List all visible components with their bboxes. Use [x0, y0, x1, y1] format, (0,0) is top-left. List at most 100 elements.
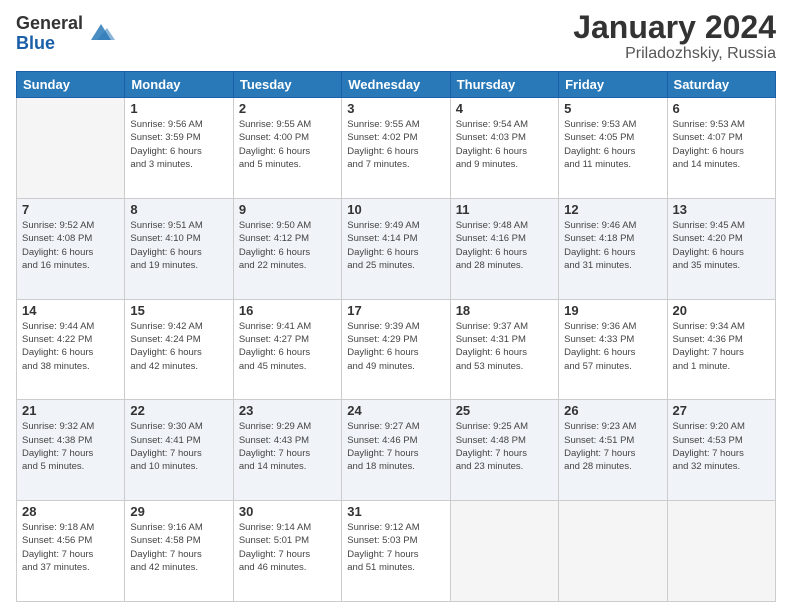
day-number: 20 [673, 303, 770, 318]
calendar-cell: 14 Sunrise: 9:44 AM Sunset: 4:22 PM Dayli… [17, 299, 125, 400]
day-info: Sunrise: 9:55 AM Sunset: 4:00 PM Dayligh… [239, 118, 336, 171]
header: General Blue January 2024 Priladozhskiy,… [16, 10, 776, 63]
day-number: 3 [347, 101, 444, 116]
calendar-cell [17, 98, 125, 199]
day-info: Sunrise: 9:45 AM Sunset: 4:20 PM Dayligh… [673, 219, 770, 272]
logo-blue: Blue [16, 34, 83, 54]
day-info: Sunrise: 9:37 AM Sunset: 4:31 PM Dayligh… [456, 320, 553, 373]
day-number: 13 [673, 202, 770, 217]
day-info: Sunrise: 9:52 AM Sunset: 4:08 PM Dayligh… [22, 219, 119, 272]
calendar-cell: 10Sunrise: 9:49 AM Sunset: 4:14 PM Dayli… [342, 198, 450, 299]
day-number: 1 [130, 101, 227, 116]
day-info: Sunrise: 9:56 AM Sunset: 3:59 PM Dayligh… [130, 118, 227, 171]
calendar-cell: 26 Sunrise: 9:23 AM Sunset: 4:51 PM Dayli… [559, 400, 667, 501]
day-info: Sunrise: 9:12 AM Sunset: 5:03 PM Dayligh… [347, 521, 444, 574]
logo: General Blue [16, 14, 115, 54]
calendar-cell: 31Sunrise: 9:12 AM Sunset: 5:03 PM Dayli… [342, 501, 450, 602]
calendar-cell [667, 501, 775, 602]
day-number: 18 [456, 303, 553, 318]
weekday-header: Monday [125, 72, 233, 98]
day-info: Sunrise: 9:14 AM Sunset: 5:01 PM Dayligh… [239, 521, 336, 574]
calendar-cell: 4Sunrise: 9:54 AM Sunset: 4:03 PM Daylig… [450, 98, 558, 199]
calendar-week-row: 1 Sunrise: 9:56 AM Sunset: 3:59 PM Daylig… [17, 98, 776, 199]
weekday-header: Friday [559, 72, 667, 98]
day-number: 6 [673, 101, 770, 116]
weekday-header: Tuesday [233, 72, 341, 98]
calendar-cell: 21Sunrise: 9:32 AM Sunset: 4:38 PM Dayli… [17, 400, 125, 501]
calendar-week-row: 21Sunrise: 9:32 AM Sunset: 4:38 PM Dayli… [17, 400, 776, 501]
day-info: Sunrise: 9:51 AM Sunset: 4:10 PM Dayligh… [130, 219, 227, 272]
day-info: Sunrise: 9:30 AM Sunset: 4:41 PM Dayligh… [130, 420, 227, 473]
weekday-header: Wednesday [342, 72, 450, 98]
day-number: 27 [673, 403, 770, 418]
day-number: 25 [456, 403, 553, 418]
calendar-cell: 7 Sunrise: 9:52 AM Sunset: 4:08 PM Daylig… [17, 198, 125, 299]
calendar-cell: 17Sunrise: 9:39 AM Sunset: 4:29 PM Dayli… [342, 299, 450, 400]
calendar-cell: 16 Sunrise: 9:41 AM Sunset: 4:27 PM Dayli… [233, 299, 341, 400]
day-info: Sunrise: 9:36 AM Sunset: 4:33 PM Dayligh… [564, 320, 661, 373]
day-number: 30 [239, 504, 336, 519]
day-info: Sunrise: 9:44 AM Sunset: 4:22 PM Dayligh… [22, 320, 119, 373]
logo-general: General [16, 14, 83, 34]
day-info: Sunrise: 9:42 AM Sunset: 4:24 PM Dayligh… [130, 320, 227, 373]
calendar-title: January 2024 [573, 10, 776, 45]
day-number: 5 [564, 101, 661, 116]
calendar-cell: 20 Sunrise: 9:34 AM Sunset: 4:36 PM Dayli… [667, 299, 775, 400]
day-info: Sunrise: 9:18 AM Sunset: 4:56 PM Dayligh… [22, 521, 119, 574]
day-number: 16 [239, 303, 336, 318]
day-info: Sunrise: 9:49 AM Sunset: 4:14 PM Dayligh… [347, 219, 444, 272]
day-info: Sunrise: 9:16 AM Sunset: 4:58 PM Dayligh… [130, 521, 227, 574]
day-number: 26 [564, 403, 661, 418]
calendar-week-row: 7 Sunrise: 9:52 AM Sunset: 4:08 PM Daylig… [17, 198, 776, 299]
calendar-cell: 1 Sunrise: 9:56 AM Sunset: 3:59 PM Daylig… [125, 98, 233, 199]
calendar-cell: 28Sunrise: 9:18 AM Sunset: 4:56 PM Dayli… [17, 501, 125, 602]
calendar-cell: 13 Sunrise: 9:45 AM Sunset: 4:20 PM Dayli… [667, 198, 775, 299]
page: General Blue January 2024 Priladozhskiy,… [0, 0, 792, 612]
calendar-cell: 9 Sunrise: 9:50 AM Sunset: 4:12 PM Daylig… [233, 198, 341, 299]
day-info: Sunrise: 9:34 AM Sunset: 4:36 PM Dayligh… [673, 320, 770, 373]
weekday-header: Thursday [450, 72, 558, 98]
calendar-cell: 23Sunrise: 9:29 AM Sunset: 4:43 PM Dayli… [233, 400, 341, 501]
calendar-cell: 29 Sunrise: 9:16 AM Sunset: 4:58 PM Dayli… [125, 501, 233, 602]
logo-icon [87, 18, 115, 46]
day-info: Sunrise: 9:39 AM Sunset: 4:29 PM Dayligh… [347, 320, 444, 373]
weekday-header: Sunday [17, 72, 125, 98]
day-info: Sunrise: 9:53 AM Sunset: 4:05 PM Dayligh… [564, 118, 661, 171]
day-info: Sunrise: 9:54 AM Sunset: 4:03 PM Dayligh… [456, 118, 553, 171]
calendar-week-row: 28Sunrise: 9:18 AM Sunset: 4:56 PM Dayli… [17, 501, 776, 602]
day-number: 9 [239, 202, 336, 217]
calendar-cell [450, 501, 558, 602]
calendar-subtitle: Priladozhskiy, Russia [573, 45, 776, 63]
day-number: 21 [22, 403, 119, 418]
calendar-week-row: 14 Sunrise: 9:44 AM Sunset: 4:22 PM Dayli… [17, 299, 776, 400]
day-number: 19 [564, 303, 661, 318]
day-number: 23 [239, 403, 336, 418]
calendar-cell: 6Sunrise: 9:53 AM Sunset: 4:07 PM Daylig… [667, 98, 775, 199]
weekday-header-row: SundayMondayTuesdayWednesdayThursdayFrid… [17, 72, 776, 98]
day-number: 7 [22, 202, 119, 217]
title-block: January 2024 Priladozhskiy, Russia [573, 10, 776, 63]
day-info: Sunrise: 9:25 AM Sunset: 4:48 PM Dayligh… [456, 420, 553, 473]
calendar-cell: 18 Sunrise: 9:37 AM Sunset: 4:31 PM Dayli… [450, 299, 558, 400]
day-info: Sunrise: 9:50 AM Sunset: 4:12 PM Dayligh… [239, 219, 336, 272]
calendar-cell: 22Sunrise: 9:30 AM Sunset: 4:41 PM Dayli… [125, 400, 233, 501]
day-info: Sunrise: 9:55 AM Sunset: 4:02 PM Dayligh… [347, 118, 444, 171]
day-number: 24 [347, 403, 444, 418]
day-number: 12 [564, 202, 661, 217]
day-info: Sunrise: 9:20 AM Sunset: 4:53 PM Dayligh… [673, 420, 770, 473]
calendar-cell: 8Sunrise: 9:51 AM Sunset: 4:10 PM Daylig… [125, 198, 233, 299]
calendar-cell: 27 Sunrise: 9:20 AM Sunset: 4:53 PM Dayli… [667, 400, 775, 501]
calendar-cell: 2 Sunrise: 9:55 AM Sunset: 4:00 PM Daylig… [233, 98, 341, 199]
calendar-cell: 24 Sunrise: 9:27 AM Sunset: 4:46 PM Dayli… [342, 400, 450, 501]
calendar-cell: 12Sunrise: 9:46 AM Sunset: 4:18 PM Dayli… [559, 198, 667, 299]
calendar-cell: 3 Sunrise: 9:55 AM Sunset: 4:02 PM Daylig… [342, 98, 450, 199]
day-info: Sunrise: 9:27 AM Sunset: 4:46 PM Dayligh… [347, 420, 444, 473]
day-number: 15 [130, 303, 227, 318]
day-number: 2 [239, 101, 336, 116]
calendar-cell: 5 Sunrise: 9:53 AM Sunset: 4:05 PM Daylig… [559, 98, 667, 199]
day-number: 29 [130, 504, 227, 519]
day-number: 14 [22, 303, 119, 318]
day-info: Sunrise: 9:23 AM Sunset: 4:51 PM Dayligh… [564, 420, 661, 473]
day-info: Sunrise: 9:41 AM Sunset: 4:27 PM Dayligh… [239, 320, 336, 373]
calendar-cell: 19 Sunrise: 9:36 AM Sunset: 4:33 PM Dayli… [559, 299, 667, 400]
